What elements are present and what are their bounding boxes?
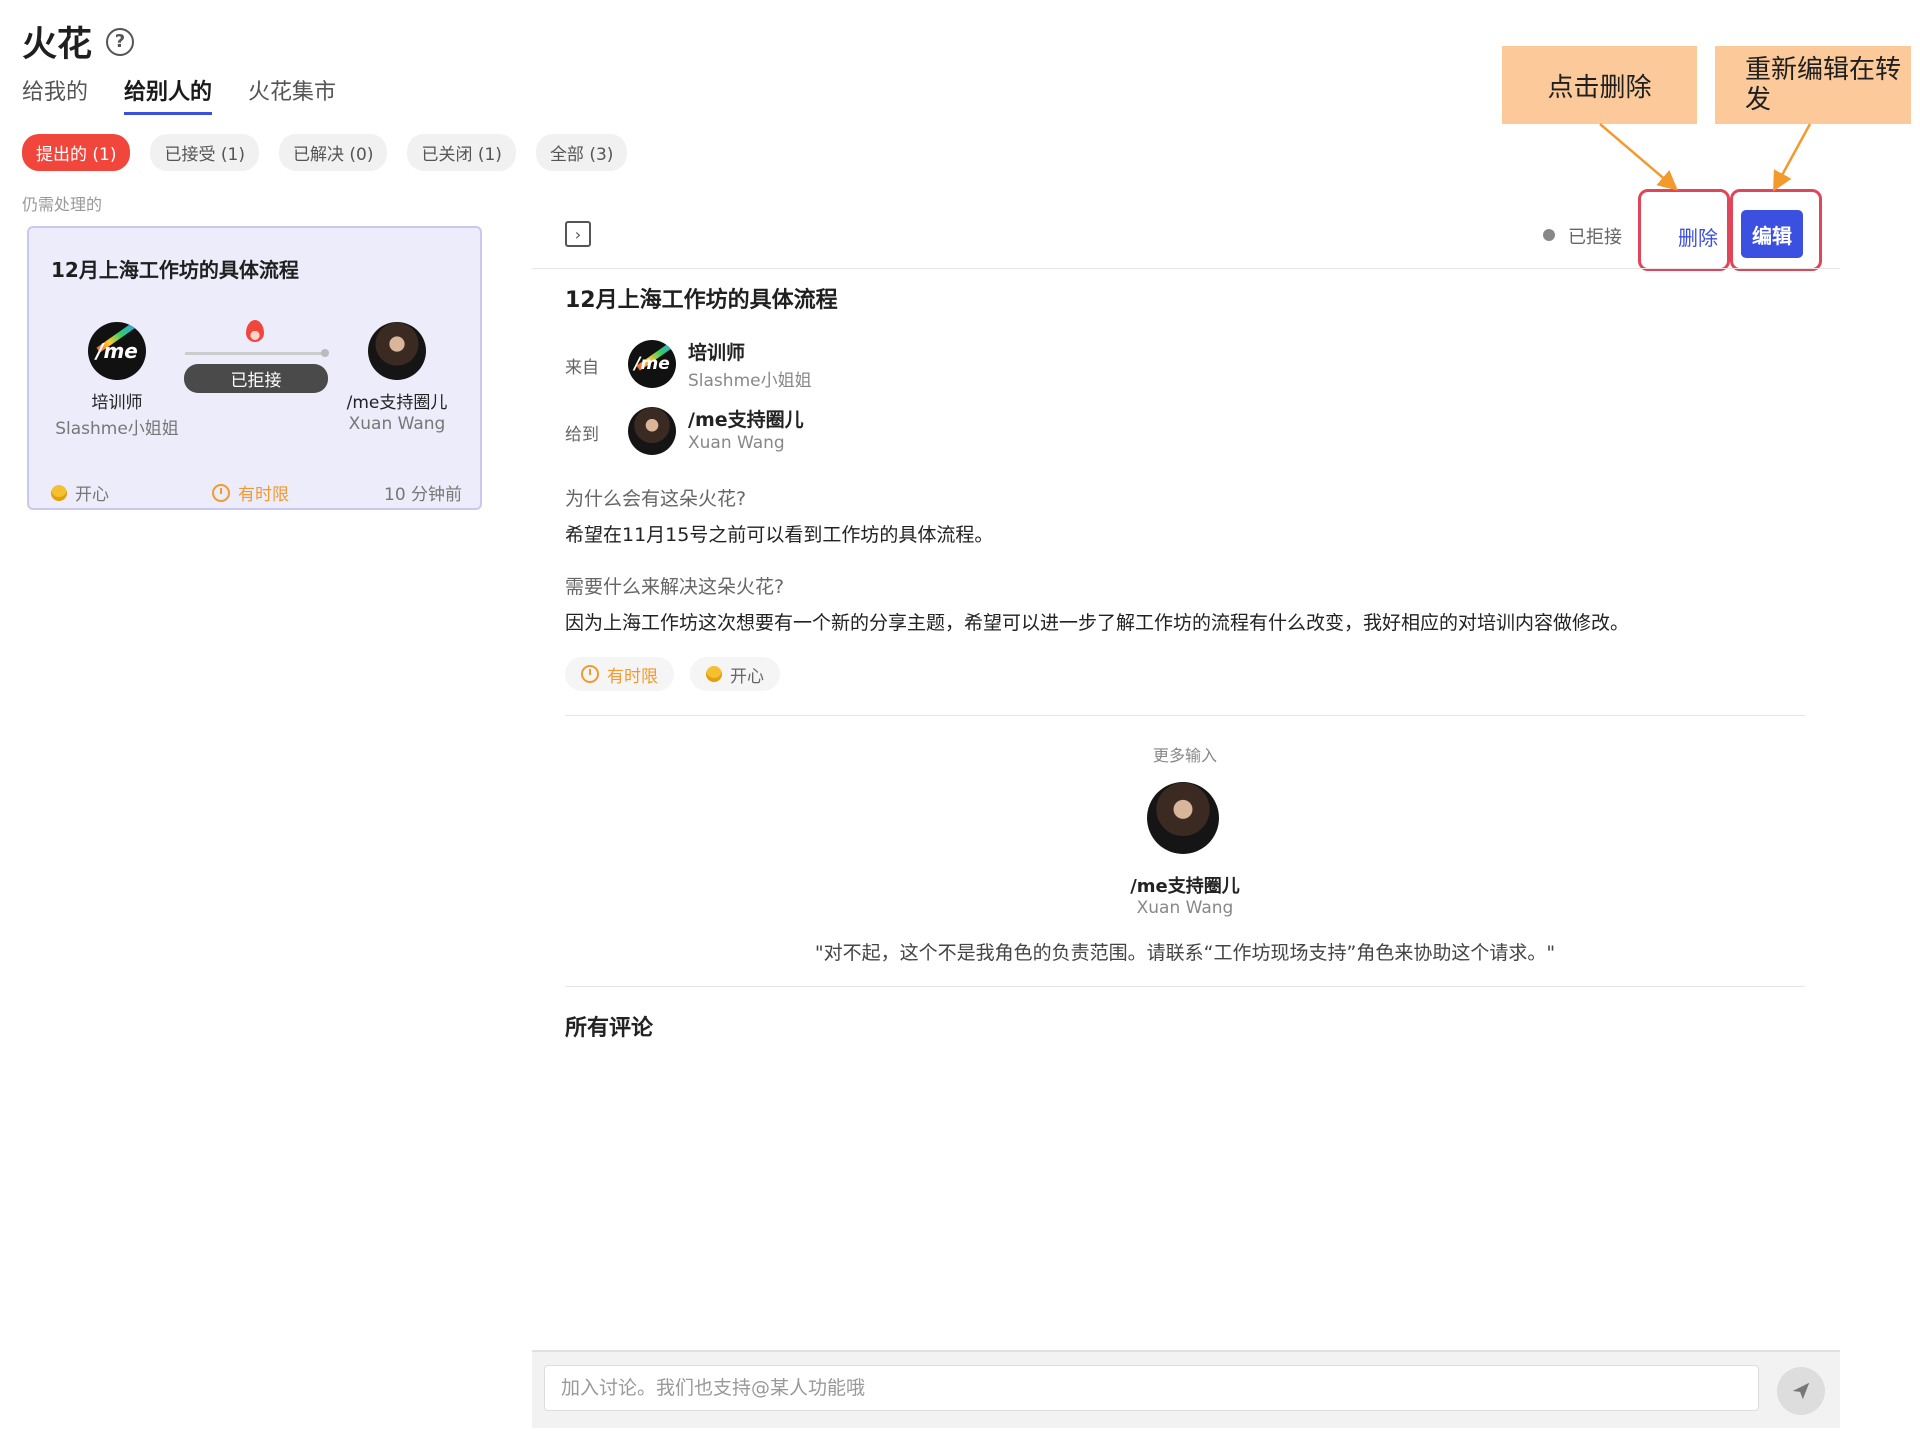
comment-input[interactable] [544, 1365, 1759, 1411]
emoji-icon [706, 666, 722, 682]
progress-dot [321, 349, 329, 357]
more-input-message: "对不起，这个不是我角色的负责范围。请联系“工作坊现场支持”角色来协助这个请求。… [814, 942, 1556, 964]
card-deadline-label: 有时限 [238, 485, 289, 505]
mood-tag-label: 开心 [730, 666, 764, 687]
detail-from-name: 培训师 [688, 342, 746, 364]
edit-arrow [1773, 123, 1812, 192]
card-title: 12月上海工作坊的具体流程 [51, 258, 299, 282]
need-question: 需要什么来解决这朵火花? [565, 576, 785, 598]
detail-to-name: /me支持圈儿 [688, 409, 804, 431]
more-input-name: /me支持圈儿 [1130, 876, 1240, 897]
card-mood-label: 开心 [75, 485, 109, 505]
section-divider [565, 715, 1805, 716]
delete-callout: 点击删除 [1502, 46, 1697, 124]
edit-highlight-box [1730, 189, 1822, 271]
card-from-sub: Slashme小姐姐 [55, 419, 179, 439]
card-deadline: 有时限 [212, 480, 289, 505]
clock-icon [581, 665, 599, 683]
emoji-icon [51, 484, 67, 501]
detail-avatar-support [628, 407, 676, 455]
delete-highlight-box [1638, 189, 1730, 271]
comments-title: 所有评论 [565, 1016, 654, 1041]
filter-accepted[interactable]: 已接受 (1) [150, 134, 259, 171]
toggle-panel-icon[interactable]: › [565, 221, 591, 247]
mood-tag: 开心 [690, 657, 780, 691]
card-to-sub: Xuan Wang [348, 414, 446, 434]
edit-callout: 重新编辑在转发 [1715, 46, 1911, 124]
clock-icon [212, 483, 230, 502]
card-time: 10 分钟前 [384, 485, 463, 505]
spark-card[interactable]: 12月上海工作坊的具体流程 /me 培训师 Slashme小姐姐 已拒接 /me… [27, 226, 482, 510]
to-label: 给到 [565, 425, 599, 445]
send-button[interactable] [1777, 1367, 1825, 1415]
filter-resolved[interactable]: 已解决 (0) [278, 134, 388, 171]
deadline-tag: 有时限 [565, 657, 674, 691]
comment-bar [532, 1350, 1840, 1428]
section-label: 仍需处理的 [22, 195, 103, 214]
more-input-label: 更多输入 [1152, 746, 1217, 765]
page-title: 火花 [22, 25, 93, 65]
tab-to-others[interactable]: 给别人的 [124, 74, 213, 115]
help-icon[interactable]: ? [106, 27, 135, 56]
comments-divider [565, 986, 1805, 987]
filter-closed[interactable]: 已关闭 (1) [407, 134, 516, 171]
avatar-support [368, 322, 426, 380]
from-label: 来自 [565, 358, 599, 378]
tab-spark-market[interactable]: 火花集市 [248, 74, 336, 115]
card-to-name: /me支持圈儿 [346, 393, 448, 413]
more-input-sub: Xuan Wang [1136, 898, 1234, 918]
detail-avatar-trainer: /me [628, 340, 676, 388]
filter-pills: 提出的 (1) 已接受 (1) 已解决 (0) 已关闭 (1) 全部 (3) [22, 134, 628, 171]
need-answer: 因为上海工作坊这次想要有一个新的分享主题，希望可以进一步了解工作坊的流程有什么改… [565, 612, 1630, 634]
avatar-trainer: /me [88, 322, 146, 380]
detail-to-sub: Xuan Wang [688, 433, 785, 453]
progress-line [185, 352, 325, 355]
detail-from-sub: Slashme小姐姐 [688, 371, 812, 391]
detail-status: 已拒接 [1568, 227, 1622, 248]
card-from-name: 培训师 [91, 393, 143, 413]
main-tabs: 给我的 给别人的 火花集市 [22, 74, 336, 115]
fire-icon [246, 320, 264, 342]
why-question: 为什么会有这朵火花? [565, 488, 747, 510]
page-header: 火花 ? [22, 16, 135, 67]
status-dot [1543, 229, 1555, 241]
why-answer: 希望在11月15号之前可以看到工作坊的具体流程。 [565, 524, 994, 546]
app-root: 火花 ? 给我的 给别人的 火花集市 提出的 (1) 已接受 (1) 已解决 (… [0, 0, 1920, 1431]
card-status-chip: 已拒接 [184, 364, 328, 393]
delete-arrow [1599, 123, 1679, 191]
filter-raised[interactable]: 提出的 (1) [22, 134, 131, 171]
deadline-tag-label: 有时限 [607, 666, 658, 687]
more-input-avatar [1147, 782, 1219, 854]
tab-to-me[interactable]: 给我的 [22, 74, 88, 115]
send-icon [1792, 1382, 1810, 1400]
filter-all[interactable]: 全部 (3) [535, 134, 628, 171]
header-divider [532, 268, 1840, 269]
detail-title: 12月上海工作坊的具体流程 [565, 288, 838, 313]
card-mood: 开心 [51, 480, 109, 505]
